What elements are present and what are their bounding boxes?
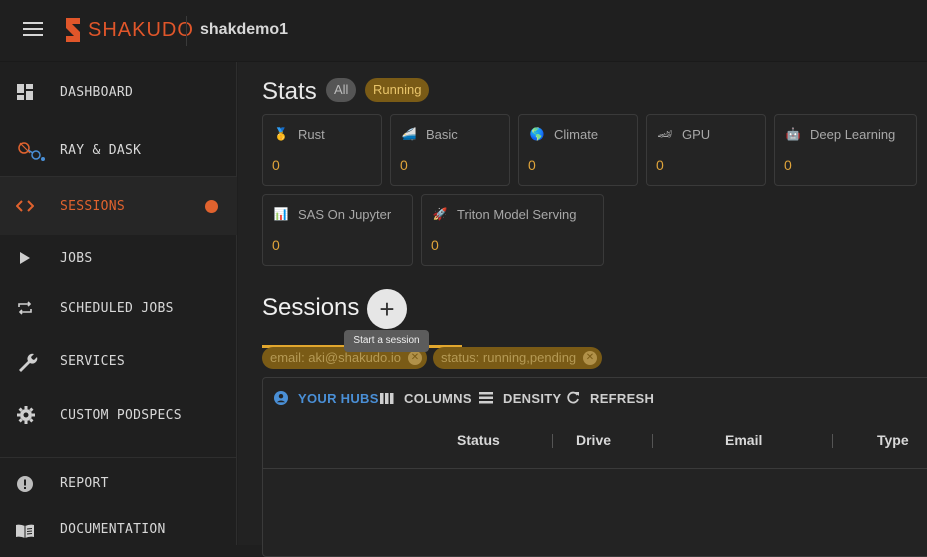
- your-hubs-button[interactable]: YOUR HUBS: [273, 390, 379, 406]
- column-header-drive[interactable]: Drive: [576, 432, 611, 448]
- sidebar-item-label: DASHBOARD: [60, 85, 134, 100]
- filter-chip-label: email: aki@shakudo.io: [270, 350, 401, 365]
- tooltip: Start a session: [344, 330, 429, 352]
- stat-card-value: 0: [272, 237, 280, 253]
- sessions-title: Sessions: [262, 294, 360, 321]
- stat-card-label: Climate: [554, 126, 599, 142]
- chip-all[interactable]: All: [326, 78, 357, 102]
- sidebar-item-services[interactable]: SERVICES: [0, 335, 237, 387]
- main-content: Stats All Running 🥇 Rust 0 🚄 Basic 0 🌎 Clim…: [238, 62, 927, 557]
- alert-icon: [16, 475, 34, 493]
- globe-icon: 🌎: [529, 127, 545, 141]
- stat-card-value: 0: [400, 157, 408, 173]
- stat-card-label: GPU: [682, 126, 711, 142]
- close-icon[interactable]: ✕: [583, 351, 597, 365]
- stat-card-label: SAS On Jupyter: [298, 206, 392, 222]
- column-header-email[interactable]: Email: [725, 432, 762, 448]
- menu-icon[interactable]: [23, 22, 43, 40]
- column-separator[interactable]: [552, 434, 553, 448]
- stat-card-climate[interactable]: 🌎 Climate 0: [518, 114, 638, 186]
- stat-card-label: Deep Learning: [810, 126, 896, 142]
- sidebar-item-label: SCHEDULED JOBS: [60, 301, 174, 316]
- stat-card-basic[interactable]: 🚄 Basic 0: [390, 114, 510, 186]
- stat-card-label: Rust: [298, 126, 325, 142]
- stat-card-value: 0: [784, 157, 792, 173]
- bar-chart-icon: 📊: [273, 207, 289, 221]
- stats-title: Stats: [262, 78, 317, 105]
- your-hubs-label: YOUR HUBS: [298, 390, 379, 406]
- dashboard-icon: [16, 83, 34, 101]
- train-icon: 🚄: [401, 127, 417, 141]
- column-header-status[interactable]: Status: [457, 432, 500, 448]
- sidebar-item-label: SESSIONS: [60, 199, 126, 214]
- sidebar-item-scheduled-jobs[interactable]: SCHEDULED JOBS: [0, 285, 237, 335]
- close-icon[interactable]: ✕: [408, 351, 422, 365]
- sidebar-item-report[interactable]: REPORT: [0, 458, 237, 504]
- sidebar-item-dashboard[interactable]: DASHBOARD: [0, 62, 237, 122]
- stat-card-value: 0: [431, 237, 439, 253]
- stat-card-label: Triton Model Serving: [457, 206, 577, 222]
- density-label: DENSITY: [503, 390, 562, 406]
- sidebar-item-label: CUSTOM PODSPECS: [60, 408, 182, 423]
- race-car-icon: 🏎: [657, 127, 673, 141]
- stat-card-label: Basic: [426, 126, 458, 142]
- column-header-type[interactable]: Type: [877, 432, 909, 448]
- columns-button[interactable]: COLUMNS: [379, 390, 472, 406]
- medal-icon: 🥇: [273, 127, 289, 141]
- robot-icon: 🤖: [785, 127, 801, 141]
- gear-icon: [16, 405, 36, 425]
- shakudo-logo-icon: [66, 18, 80, 42]
- sidebar-item-label: REPORT: [60, 476, 109, 491]
- sidebar-item-ray-dask[interactable]: RAY & DASK: [0, 122, 237, 177]
- stat-card-value: 0: [272, 157, 280, 173]
- logo-text: SHAKUDO: [88, 18, 194, 41]
- column-separator[interactable]: [652, 434, 653, 448]
- top-bar: SHAKUDO shakdemo1: [0, 0, 927, 62]
- add-session-button[interactable]: +: [367, 289, 407, 329]
- stat-card-value: 0: [656, 157, 664, 173]
- divider: [263, 468, 927, 469]
- columns-icon: [379, 390, 395, 406]
- logo[interactable]: SHAKUDO: [62, 14, 194, 46]
- stat-card-sas-on-jupyter[interactable]: 📊 SAS On Jupyter 0: [262, 194, 413, 266]
- refresh-label: REFRESH: [590, 390, 655, 406]
- stat-card-deep-learning[interactable]: 🤖 Deep Learning 0: [774, 114, 917, 186]
- sidebar: DASHBOARD RAY & DASK SESSIONS JOBS SCHED…: [0, 62, 237, 545]
- workspace-name[interactable]: shakdemo1: [200, 21, 288, 39]
- sidebar-item-custom-podspecs[interactable]: CUSTOM PODSPECS: [0, 387, 237, 457]
- sessions-table: YOUR HUBS COLUMNS DENSITY REFRESH Status…: [262, 377, 927, 557]
- stat-card-value: 0: [528, 157, 536, 173]
- repeat-icon: [16, 299, 34, 317]
- refresh-icon: [565, 390, 581, 406]
- sidebar-item-label: DOCUMENTATION: [60, 522, 166, 537]
- account-circle-icon: [273, 390, 289, 406]
- sidebar-item-sessions[interactable]: SESSIONS: [0, 177, 237, 235]
- density-button[interactable]: DENSITY: [478, 390, 561, 406]
- code-icon: [16, 197, 34, 215]
- plus-icon: +: [379, 293, 395, 324]
- stat-card-triton-model-serving[interactable]: 🚀 Triton Model Serving 0: [421, 194, 604, 266]
- columns-label: COLUMNS: [404, 390, 472, 406]
- column-separator[interactable]: [832, 434, 833, 448]
- chip-running[interactable]: Running: [365, 78, 430, 102]
- sidebar-item-documentation[interactable]: DOCUMENTATION: [0, 504, 237, 545]
- sidebar-item-label: SERVICES: [60, 354, 126, 369]
- refresh-button[interactable]: REFRESH: [565, 390, 654, 406]
- stat-card-rust[interactable]: 🥇 Rust 0: [262, 114, 382, 186]
- filter-chip-label: status: running,pending: [441, 350, 577, 365]
- sidebar-item-jobs[interactable]: JOBS: [0, 235, 237, 285]
- sidebar-item-label: RAY & DASK: [60, 143, 142, 158]
- divider: [186, 16, 187, 46]
- rocket-icon: 🚀: [432, 207, 448, 221]
- status-dot: [205, 200, 218, 213]
- play-icon: [16, 249, 34, 267]
- stat-card-gpu[interactable]: 🏎 GPU 0: [646, 114, 766, 186]
- density-icon: [478, 390, 494, 406]
- book-icon: [16, 522, 34, 540]
- ray-dask-icon: [16, 139, 46, 163]
- wrench-icon: [16, 351, 38, 373]
- sidebar-item-label: JOBS: [60, 251, 93, 266]
- filter-chip-status[interactable]: status: running,pending ✕: [433, 347, 602, 369]
